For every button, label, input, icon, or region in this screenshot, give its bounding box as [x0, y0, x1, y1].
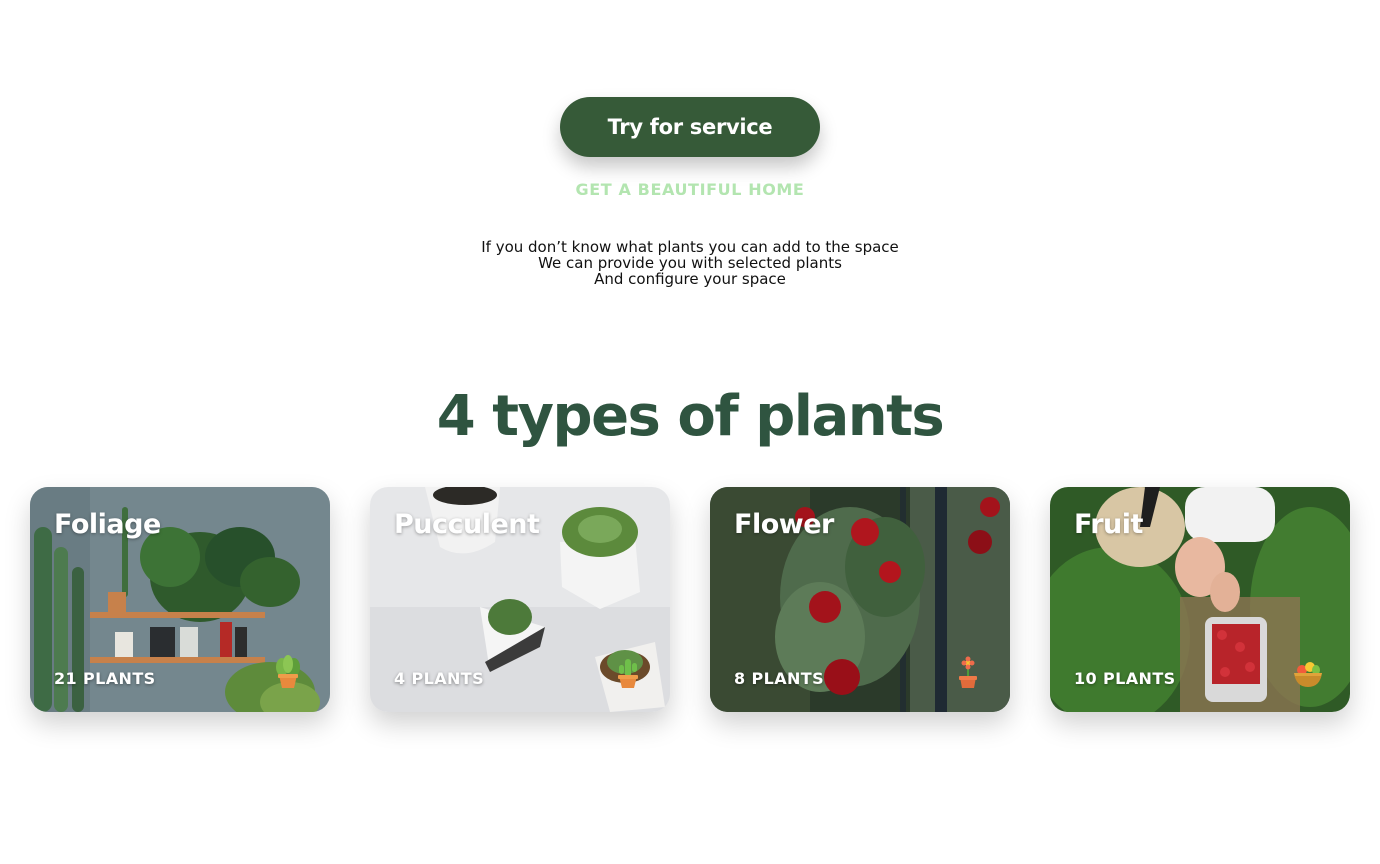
card-title: Pucculent: [394, 509, 540, 540]
intro-line: We can provide you with selected plants: [538, 254, 842, 272]
potted-plant-icon: [276, 655, 300, 688]
card-flower[interactable]: Flower 8 PLANTS: [710, 487, 1010, 712]
card-count: 8 PLANTS: [734, 669, 825, 688]
intro-line: And configure your space: [594, 270, 786, 288]
card-title: Flower: [734, 509, 834, 540]
card-fruit[interactable]: Fruit 10 PLANTS: [1050, 487, 1350, 712]
cactus-pot-icon: [618, 659, 638, 688]
card-title: Foliage: [54, 509, 161, 540]
intro-text: If you don’t know what plants you can ad…: [0, 239, 1380, 287]
try-for-service-button[interactable]: Try for service: [560, 97, 820, 157]
flower-pot-icon: [959, 656, 977, 688]
tagline: GET A BEAUTIFUL HOME: [575, 180, 805, 199]
fruit-bowl-icon: [1294, 662, 1322, 687]
card-pucculent[interactable]: Pucculent 4 PLANTS: [370, 487, 670, 712]
section-title: 4 types of plants: [436, 384, 945, 449]
card-count: 4 PLANTS: [394, 669, 485, 688]
card-count: 10 PLANTS: [1074, 669, 1176, 688]
card-title: Fruit: [1074, 509, 1143, 540]
card-foliage[interactable]: Foliage 21 PLANTS: [30, 487, 330, 712]
card-count: 21 PLANTS: [54, 669, 156, 688]
landing-page: Try for service GET A BEAUTIFUL HOME If …: [0, 0, 1380, 864]
intro-line: If you don’t know what plants you can ad…: [481, 238, 899, 256]
plant-type-cards: Foliage 21 PLANTS Pucculent 4 PLANTS Flo…: [30, 487, 1350, 712]
